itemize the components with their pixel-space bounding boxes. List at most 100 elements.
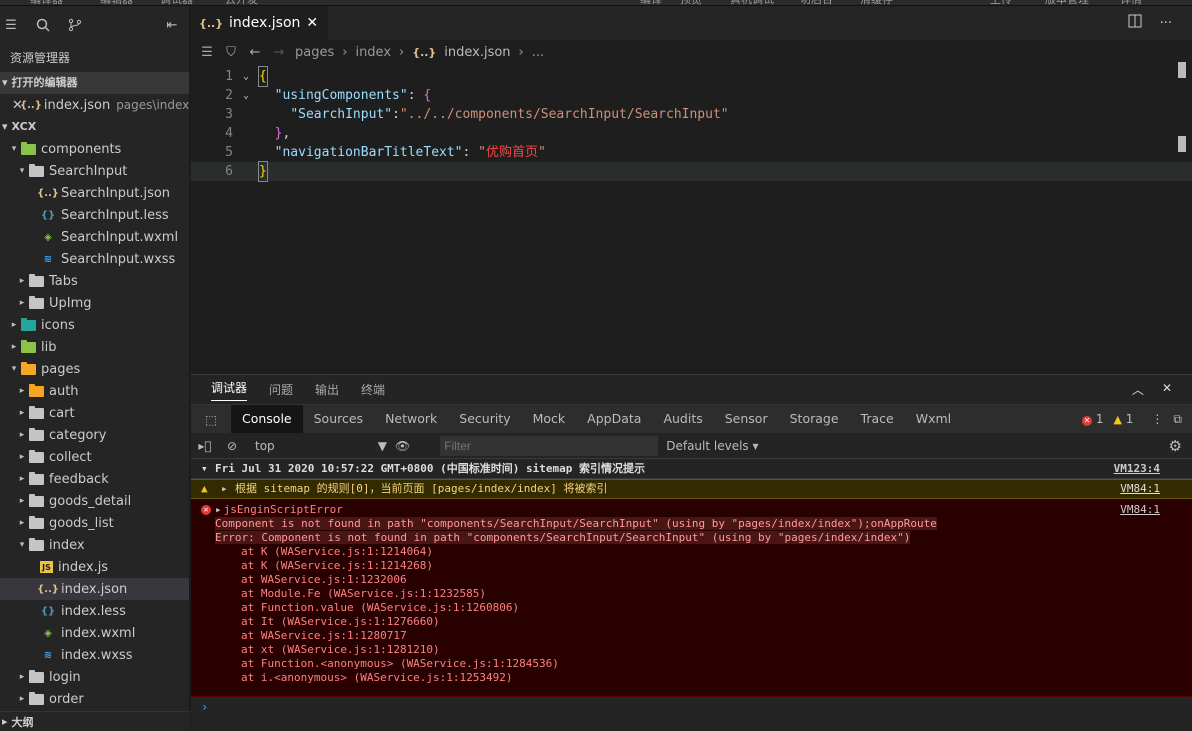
context-select[interactable]: top ▼ [245,439,395,453]
collapse-sidebar-icon[interactable]: ⇤ [163,16,181,34]
tab-appdata[interactable]: AppData [576,405,652,433]
bookmark-icon[interactable]: ⛉ [223,45,239,60]
close-icon[interactable]: ✕ [306,15,318,31]
source-link[interactable]: VM123:4 [1114,462,1192,476]
breadcrumb-file[interactable]: index.json [444,45,510,60]
tree-item-pages[interactable]: ▾ pages [0,358,189,380]
tree-item-tabs[interactable]: ▸ Tabs [0,270,189,292]
close-icon[interactable]: ✕ [1162,381,1172,398]
console-filter-bar: ▸⃞ ⊘ top▼ 👁 Default levels ▾ ⚙ [191,433,1192,459]
tree-item-category[interactable]: ▸ category [0,424,189,446]
clear-console-icon[interactable]: ⊘ [219,439,245,453]
fold-chevron-icon[interactable]: ⌄ [233,86,259,105]
less-file-icon: {} [40,605,56,617]
chevron-right-icon: ▸ [19,474,25,484]
console-prompt[interactable]: › [191,697,1192,717]
stack-line: at Function.<anonymous> (WAService.js:1:… [241,657,559,670]
json-file-icon: {..} [37,583,59,595]
chevron-right-icon: ▸ [215,503,222,516]
list-icon[interactable]: ☰ [199,45,215,60]
eye-icon[interactable]: 👁 [395,439,410,453]
sidebar-toolbar: ☰ ⇤ [0,6,189,44]
tree-item-upimg[interactable]: ▸ UpImg [0,292,189,314]
source-control-icon[interactable] [66,16,84,34]
tree-item-goods-detail[interactable]: ▸ goods_detail [0,490,189,512]
tab-problems[interactable]: 问题 [269,381,293,398]
tree-item-index-json[interactable]: {..} index.json [0,578,189,600]
tree-item-icons[interactable]: ▸ icons [0,314,189,336]
tab-audits[interactable]: Audits [652,405,713,433]
back-arrow-icon[interactable]: ← [247,45,263,60]
tree-item-index[interactable]: ▾ index [0,534,189,556]
chevron-right-icon: › [399,44,405,60]
tree-item-index-wxss[interactable]: ≋ index.wxss [0,644,189,666]
forward-arrow-icon[interactable]: → [271,45,287,60]
folder-icon [28,383,44,398]
tab-index-json[interactable]: {..} index.json ✕ [191,6,329,40]
tree-item-searchinput-wxss[interactable]: ≋ SearchInput.wxss [0,248,189,270]
tree-item-searchinput-wxml[interactable]: ◈ SearchInput.wxml [0,226,189,248]
split-editor-icon[interactable] [1128,14,1142,32]
chevron-right-icon: ▸ [19,452,25,462]
tree-item-collect[interactable]: ▸ collect [0,446,189,468]
outline-header[interactable]: ▸ 大纲 [0,711,190,731]
tree-item-cart[interactable]: ▸ cart [0,402,189,424]
code-editor[interactable]: 1 ⌄{ 2 ⌄ "usingComponents": { 3 "SearchInp… [191,64,1192,182]
open-editors-header[interactable]: ▾ 打开的编辑器 [0,72,189,94]
undock-icon[interactable]: ⧉ [1173,412,1182,427]
tab-debugger[interactable]: 调试器 [211,379,248,401]
source-link[interactable]: VM84:1 [1120,503,1192,517]
tree-item-order[interactable]: ▸ order [0,688,189,710]
tree-item-index-wxml[interactable]: ◈ index.wxml [0,622,189,644]
code-line: 5 "navigationBarTitleText": " 优购首页 " [225,145,546,160]
gear-icon[interactable]: ⚙ [1169,437,1192,455]
folder-icon [28,691,44,706]
tab-security[interactable]: Security [448,405,521,433]
tab-network[interactable]: Network [374,405,448,433]
tab-sensor[interactable]: Sensor [714,405,779,433]
tree-item-searchinput-less[interactable]: {} SearchInput.less [0,204,189,226]
tab-terminal[interactable]: 终端 [361,381,385,398]
chevron-right-icon: ▸ [19,496,25,506]
tab-trace[interactable]: Trace [850,405,905,433]
menu-icon[interactable]: ☰ [2,16,20,34]
tree-item-login[interactable]: ▸ login [0,666,189,688]
chevron-up-icon[interactable]: ︿ [1132,381,1144,398]
tree-item-components[interactable]: ▾ components [0,138,189,160]
tree-item-lib[interactable]: ▸ lib [0,336,189,358]
tree-item-index-js[interactable]: JS index.js [0,556,189,578]
tree-item-goods-list[interactable]: ▸ goods_list [0,512,189,534]
tree-item-searchinput-json[interactable]: {..} SearchInput.json [0,182,189,204]
breadcrumb-pages[interactable]: pages [295,45,334,60]
tab-console[interactable]: Console [231,405,303,433]
log-levels-select[interactable]: Default levels ▾ [666,439,758,453]
console-error-block[interactable]: ✕ ▸ jsEnginScriptError VM84:1 Component … [191,499,1192,697]
error-counter[interactable]: ✕ 1 [1082,412,1103,426]
project-header[interactable]: ▾ XCX [0,116,189,138]
folder-icon [20,317,36,332]
warning-counter[interactable]: ▲ 1 [1113,412,1133,426]
tree-item-searchinput[interactable]: ▾ SearchInput [0,160,189,182]
more-actions-icon[interactable]: ··· [1160,16,1172,31]
source-link[interactable]: VM84:1 [1120,482,1192,496]
tab-mock[interactable]: Mock [522,405,577,433]
inspect-element-icon[interactable]: ⬚ [191,412,231,427]
filter-input[interactable] [440,435,659,456]
tree-item-index-less[interactable]: {} index.less [0,600,189,622]
more-vertical-icon[interactable]: ⋮ [1151,412,1163,426]
tree-item-auth[interactable]: ▸ auth [0,380,189,402]
tab-wxml[interactable]: Wxml [905,405,962,433]
tab-sources[interactable]: Sources [303,405,374,433]
console-warning-row[interactable]: ▲ ▸ 根据 sitemap 的规则[0]，当前页面 [pages/index/… [191,479,1192,499]
scrollbar-thumb[interactable] [1178,62,1186,78]
tree-item-feedback[interactable]: ▸ feedback [0,468,189,490]
search-icon[interactable] [34,16,52,34]
breadcrumb-index[interactable]: index [355,45,391,60]
fold-chevron-icon[interactable]: ⌄ [233,67,259,86]
open-editor-item[interactable]: ✕ {..} index.json pages\index [0,94,189,116]
tab-output[interactable]: 输出 [315,381,339,398]
console-group-row[interactable]: ▾ Fri Jul 31 2020 10:57:22 GMT+0800 (中国标… [191,459,1192,479]
tab-storage[interactable]: Storage [779,405,850,433]
breadcrumb-more[interactable]: ... [532,45,544,60]
sidebar-toggle-icon[interactable]: ▸⃞ [191,439,219,453]
